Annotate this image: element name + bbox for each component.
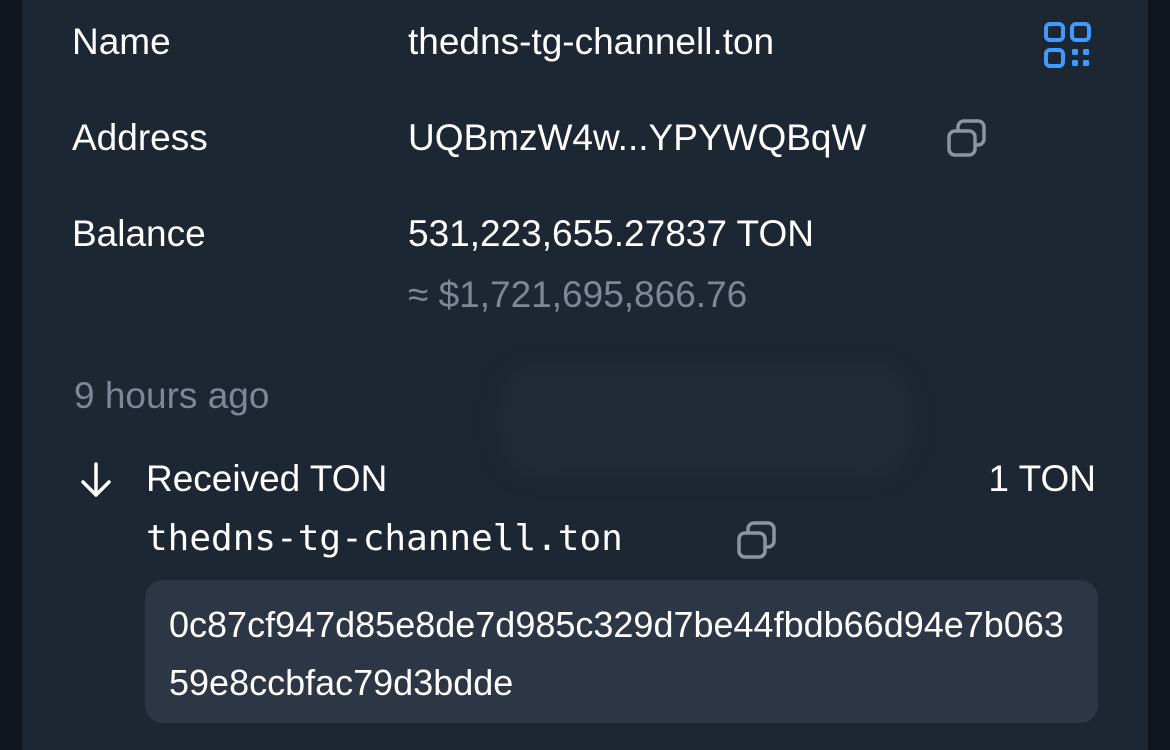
balance-label: Balance (72, 213, 206, 254)
address-label: Address (72, 117, 208, 158)
name-value[interactable]: thedns-tg-channell.ton (408, 20, 774, 64)
transaction-amount: 1 TON (988, 458, 1096, 499)
name-label: Name (72, 21, 171, 62)
transaction-title[interactable]: Received TON (146, 457, 387, 501)
arrow-down-icon (78, 460, 114, 500)
qr-code-icon[interactable] (1042, 20, 1094, 70)
wallet-screen: Name thedns-tg-channell.ton Address UQBm… (0, 0, 1170, 750)
transaction-sender-address[interactable]: thedns-tg-channell.ton (146, 516, 623, 562)
transaction-hash[interactable]: 0c87cf947d85e8de7d985c329d7be44fbdb66d94… (145, 580, 1098, 723)
balance-fiat-value: ≈ $1,721,695,866.76 (408, 274, 748, 315)
balance-value: 531,223,655.27837 TON (408, 213, 814, 254)
copy-icon[interactable] (944, 116, 990, 160)
transaction-date-header: 9 hours ago (74, 375, 270, 416)
redacted-area (500, 366, 910, 476)
copy-icon[interactable] (734, 518, 780, 562)
address-value[interactable]: UQBmzW4w...YPYWQBqW (408, 116, 866, 160)
